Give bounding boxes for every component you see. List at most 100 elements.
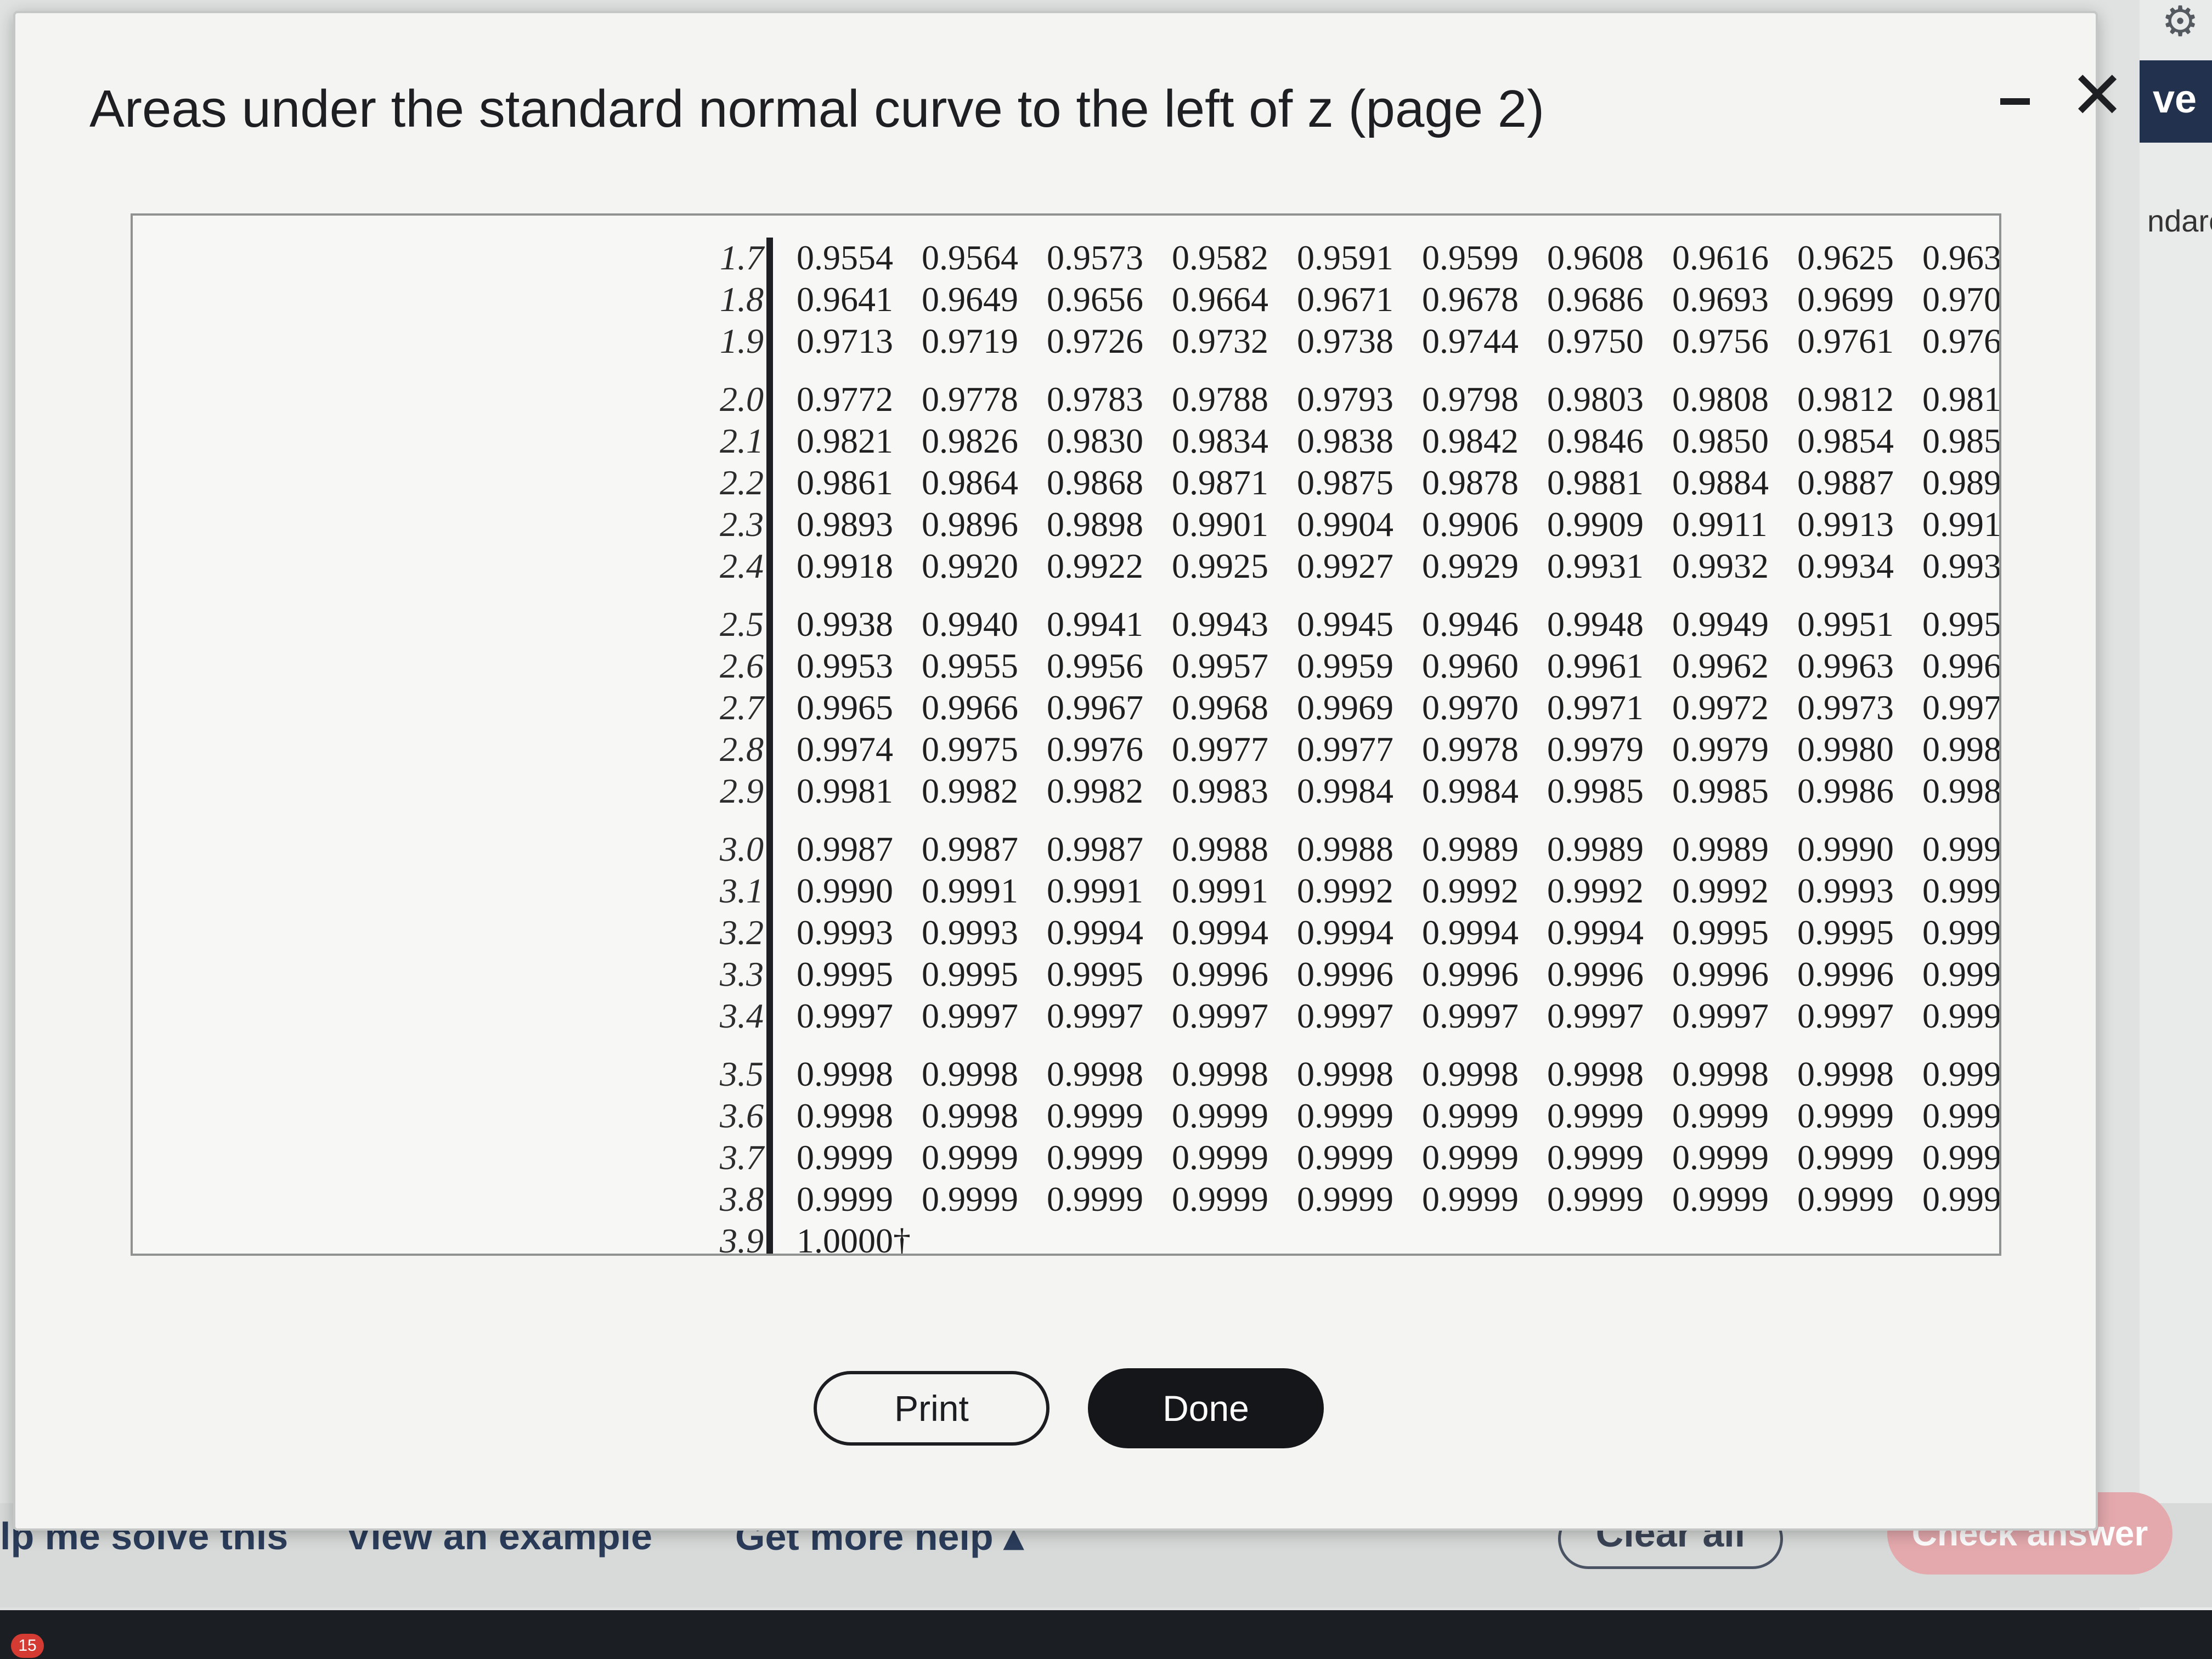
notification-badge: 15	[11, 1634, 44, 1658]
probability-cell: 0.9998	[1172, 1054, 1268, 1093]
probability-cell: 0.9999	[1797, 1180, 1894, 1218]
z-value-cell: 3.0	[720, 830, 764, 868]
probability-cell: 0.9945	[1297, 605, 1393, 644]
probability-cell: 0.9962	[1672, 646, 1769, 685]
probability-cell: 0.9981	[1922, 730, 2001, 769]
background-save-button[interactable]: ve	[2140, 60, 2212, 143]
probability-cell: 0.9996	[1422, 955, 1519, 994]
z-value-cell: 3.7	[720, 1138, 764, 1177]
probability-cell: 0.9812	[1797, 380, 1894, 419]
probability-cell: 0.9999	[1547, 1096, 1644, 1135]
probability-cell: 0.9913	[1797, 505, 1894, 544]
table-row: 0.9999 0.9999 0.9999 0.9999 0.9999 0.9999 0.99…	[797, 1137, 2001, 1179]
z-value-cell: 2.2	[720, 463, 764, 502]
taskbar	[0, 1610, 2212, 1659]
probability-cell: 0.9999	[1047, 1096, 1143, 1135]
probability-cell: 0.9956	[1047, 646, 1143, 685]
probability-cell: 0.9932	[1672, 546, 1769, 585]
probability-cell: 0.9686	[1547, 280, 1644, 319]
probability-cell: 0.9997	[797, 996, 893, 1035]
column-divider	[766, 238, 773, 1254]
probability-cell: 0.9995	[1797, 913, 1894, 952]
background-save-label: ve	[2153, 77, 2197, 121]
probability-cell: 0.9998	[922, 1096, 1018, 1135]
probability-cell: 0.9778	[922, 380, 1018, 419]
minimize-icon	[2000, 98, 2030, 105]
probability-cell: 0.9967	[1047, 688, 1143, 727]
z-value-cell: 1.7	[720, 238, 764, 277]
close-button[interactable]: ✕	[2067, 63, 2128, 128]
table-row: 0.9772 0.9778 0.9783 0.9788 0.9793 0.9798 0.98…	[797, 379, 2001, 421]
probability-cell: 0.9868	[1047, 463, 1143, 502]
probability-cell: 0.9999	[1672, 1096, 1769, 1135]
z-value-cell: 3.9	[720, 1221, 764, 1256]
probability-cell: 0.9927	[1297, 546, 1393, 585]
probability-cell: 0.9817	[1922, 380, 2001, 419]
probability-cell: 0.9966	[922, 688, 1018, 727]
probability-cell: 0.9744	[1422, 321, 1519, 360]
probability-cell: 0.9999	[1422, 1180, 1519, 1218]
probability-cell: 0.9929	[1422, 546, 1519, 585]
z-table-dialog: Areas under the standard normal curve to…	[13, 11, 2125, 1531]
table-row: 0.9821 0.9826 0.9830 0.9834 0.9838 0.9842 0.98…	[797, 421, 1999, 462]
probability-cell: 0.9994	[1047, 913, 1143, 952]
probability-cell: 0.9979	[1672, 730, 1769, 769]
z-value-cell: 3.2	[720, 913, 764, 952]
screen: ve ⚙ ndarc lp me solve this View an exam…	[0, 0, 2212, 1659]
probability-cell: 0.9998	[1422, 1054, 1519, 1093]
done-button[interactable]: Done	[1088, 1368, 1324, 1448]
probability-cell: 0.9999	[1797, 1138, 1894, 1177]
z-value-cell: 2.5	[720, 605, 764, 644]
table-row: 0.9554 0.9564 0.9573 0.9582 0.9591 0.9599 0.96…	[797, 238, 2001, 279]
probability-cell: 0.9996	[1172, 955, 1268, 994]
z-value-cell: 2.9	[720, 771, 764, 810]
probability-cell: 0.9999	[1172, 1096, 1268, 1135]
probability-cell: 0.9633	[1922, 238, 2001, 277]
probability-cell: 0.9983	[1172, 771, 1268, 810]
probability-cell: 0.9608	[1547, 238, 1644, 277]
probability-cell: 0.9656	[1047, 280, 1143, 319]
probability-cell: 0.9750	[1547, 321, 1644, 360]
probability-cell: 0.9738	[1297, 321, 1393, 360]
probability-cell: 0.9854	[1797, 421, 1894, 460]
table-row: 0.9999 0.9999 0.9999 0.9999 0.9999 0.9999 0.99…	[797, 1179, 1999, 1221]
table-row: 0.9998 0.9998 0.9999 0.9999 0.9999 0.9999 0.99…	[797, 1096, 2001, 1137]
probability-cell: 0.9960	[1422, 646, 1519, 685]
probability-cell: 0.9978	[1422, 730, 1519, 769]
probability-cell: 0.9678	[1422, 280, 1519, 319]
probability-cell: 0.9996	[1547, 955, 1644, 994]
gear-icon[interactable]: ⚙	[2162, 0, 2205, 44]
probability-cell: 0.9968	[1172, 688, 1268, 727]
probability-cell: 0.9980	[1797, 730, 1894, 769]
z-value-cell: 2.4	[720, 546, 764, 585]
probability-cell: 0.9756	[1672, 321, 1769, 360]
probability-cell: 0.9767	[1922, 321, 2001, 360]
probability-cell: 0.9996	[1297, 955, 1393, 994]
probability-cell: 1.0000†	[797, 1221, 911, 1256]
probability-cell: 0.9987	[1047, 830, 1143, 868]
probability-cell: 0.9976	[1047, 730, 1143, 769]
probability-cell: 0.9964	[1922, 646, 2001, 685]
print-button[interactable]: Print	[814, 1371, 1049, 1446]
probability-cell: 0.9982	[922, 771, 1018, 810]
probability-cell: 0.9995	[1672, 913, 1769, 952]
probability-cell: 0.9842	[1422, 421, 1519, 460]
probability-cell: 0.9997	[1797, 996, 1894, 1035]
probability-cell: 0.9993	[1797, 871, 1894, 910]
probability-cell: 0.9999	[1922, 1138, 2001, 1177]
table-row: 0.9974 0.9975 0.9976 0.9977 0.9977 0.9978 0.99…	[797, 729, 2001, 771]
probability-cell: 0.9951	[1797, 605, 1894, 644]
probability-cell: 0.9997	[1297, 996, 1393, 1035]
probability-cell: 0.9991	[1047, 871, 1143, 910]
probability-cell: 0.9997	[1172, 996, 1268, 1035]
probability-cell: 0.9878	[1422, 463, 1519, 502]
probability-cell: 0.9999	[1422, 1138, 1519, 1177]
table-row: 0.9981 0.9982 0.9982 0.9983 0.9984 0.9984 0.99…	[797, 771, 1999, 812]
probability-cell: 0.9943	[1172, 605, 1268, 644]
z-value-cell: 2.8	[720, 730, 764, 769]
probability-cell: 0.9999	[1922, 1096, 2001, 1135]
z-value-cell: 2.6	[720, 646, 764, 685]
z-value-cell: 3.1	[720, 871, 764, 910]
probability-cell: 0.9984	[1422, 771, 1519, 810]
minimize-button[interactable]	[1990, 84, 2040, 117]
